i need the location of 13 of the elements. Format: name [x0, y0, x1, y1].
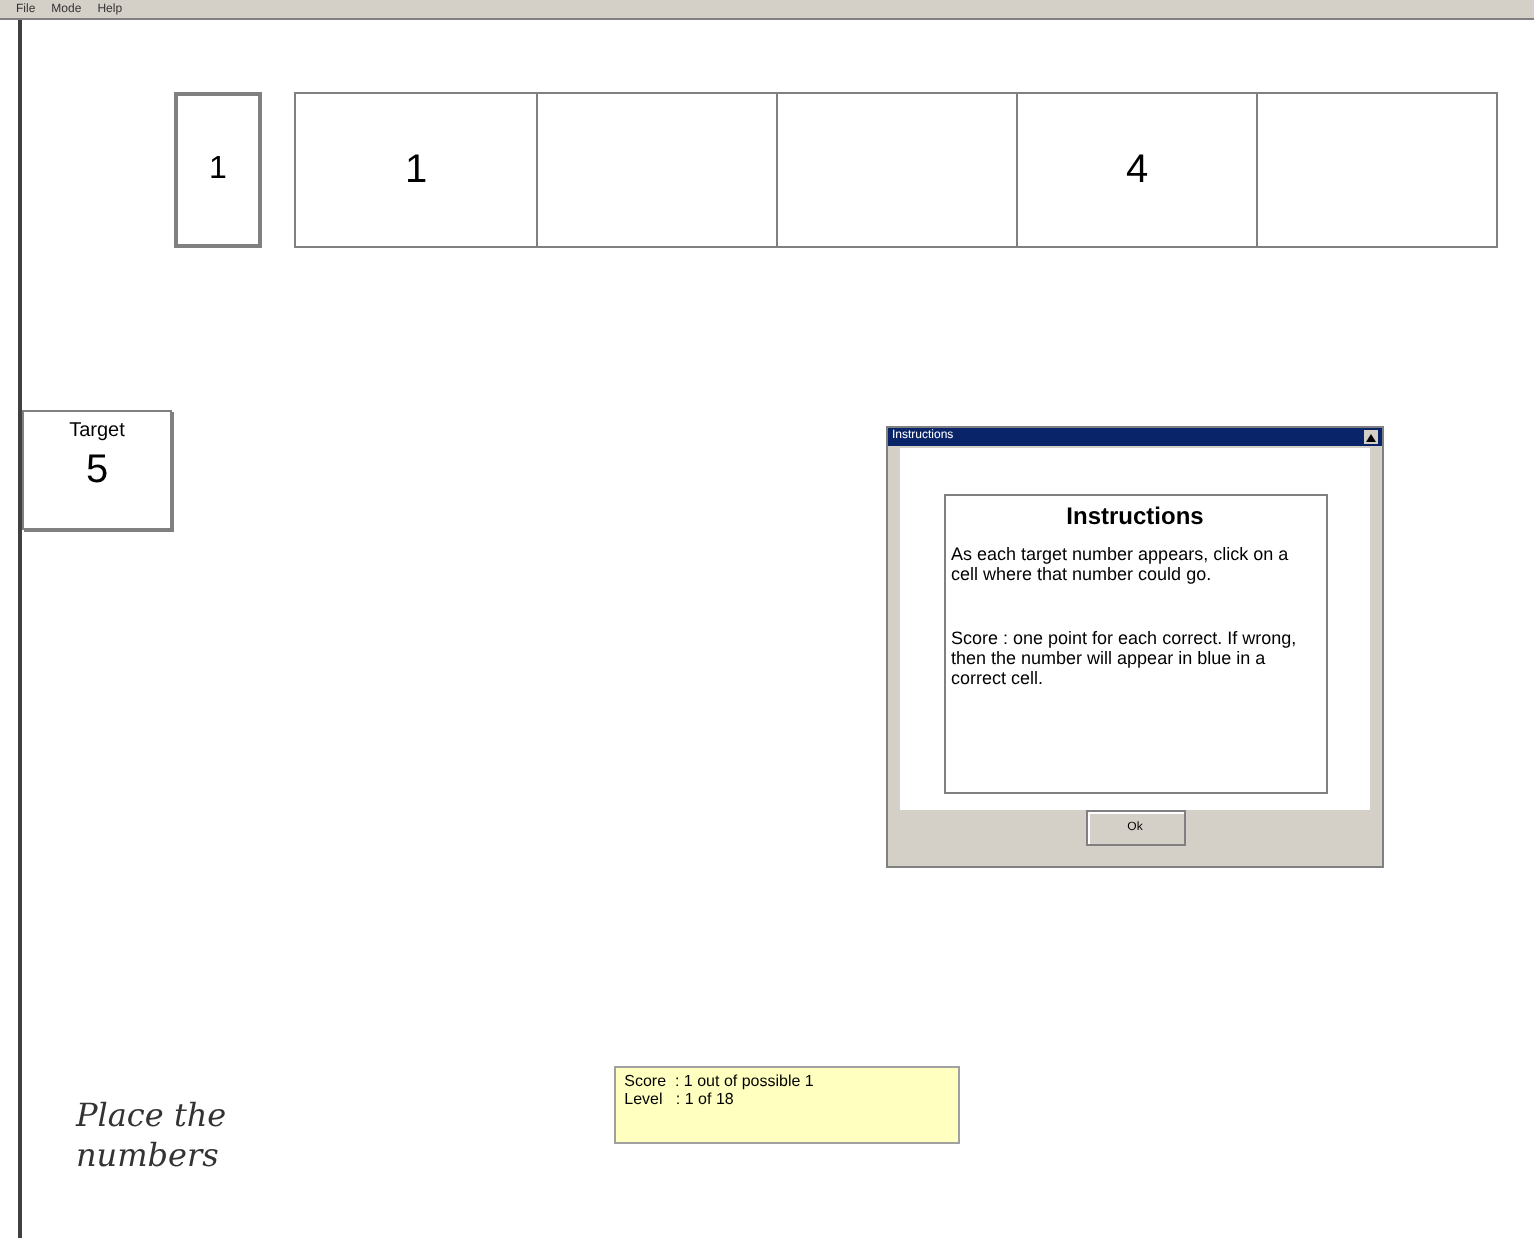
caption-text: numbers [76, 1136, 221, 1176]
caption-text: Place the [76, 1096, 227, 1136]
instructions-text: As each target number appears, click on a cell where that number could go. [951, 544, 1291, 584]
instructions-text: Score : one point for each correct. If wrong, then the number will appear in blue in a correct cell. [951, 628, 1299, 688]
status-text: Score : 1 out of possible 1 [624, 1072, 816, 1090]
target-label: Target [69, 418, 125, 446]
number-cell[interactable]: 4 [1016, 94, 1256, 246]
status-text: Level : 1 of 18 [624, 1090, 736, 1108]
target-number: 5 [85, 446, 109, 494]
current-number: 1 [174, 92, 262, 248]
instructions-heading: Instructions [1064, 500, 1206, 532]
number-cell[interactable]: 1 [296, 94, 536, 246]
scroll-up-icon[interactable] [1364, 430, 1378, 444]
